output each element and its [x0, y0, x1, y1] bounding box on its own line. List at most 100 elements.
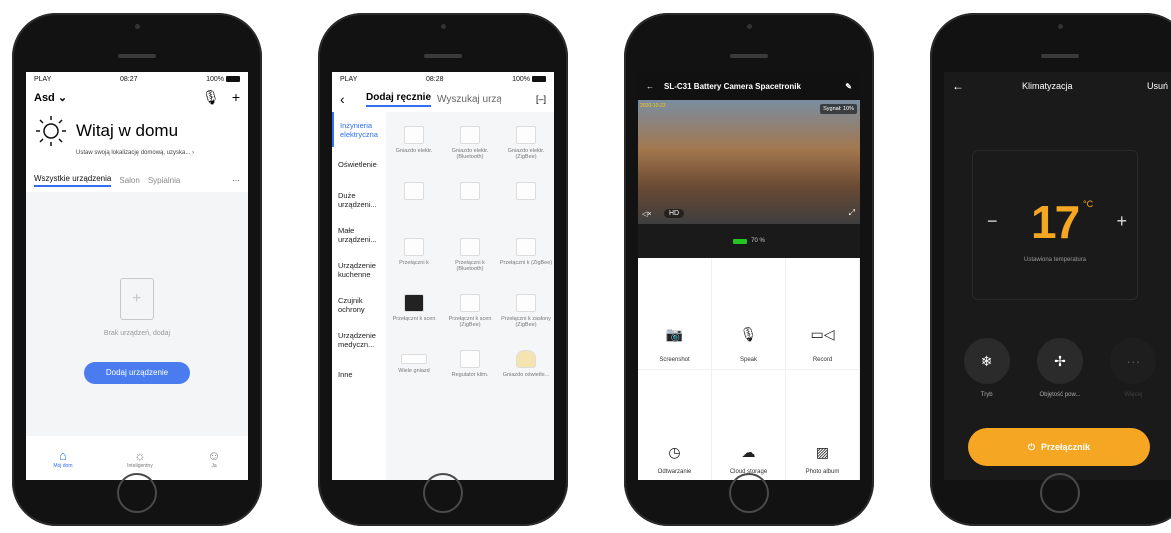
switch-icon: [516, 182, 536, 200]
switch-icon: [404, 238, 424, 256]
category-sidebar: Inżynieria elektryczna Oświetlenie Duże …: [332, 112, 386, 480]
tab-search[interactable]: Wyszukaj urząd: [437, 94, 501, 105]
device-tile[interactable]: Przełączni k (Bluetooth): [442, 228, 498, 284]
clock: 08:28: [425, 75, 444, 83]
fullscreen-icon[interactable]: ⤢: [849, 208, 855, 218]
category-item[interactable]: Inżynieria elektryczna: [332, 112, 386, 147]
switch-icon: [460, 238, 480, 256]
camera-screen: ← SL-C31 Battery Camera Spacetronik ✎ 20…: [638, 72, 860, 480]
switch-icon: [460, 182, 480, 200]
phone-climate: ← Klimatyzacja Usuń − 17 °C + Ustawiona …: [930, 13, 1171, 526]
back-arrow-icon[interactable]: ←: [646, 82, 654, 91]
delete-button[interactable]: Usuń: [1147, 81, 1168, 91]
more-control[interactable]: ··· Więcej: [1103, 338, 1163, 398]
device-tile[interactable]: Przełączni k zasłony (ZigBee): [498, 284, 554, 340]
device-tile[interactable]: [442, 172, 498, 228]
record-button[interactable]: ▭◁ Record: [786, 258, 860, 370]
home-selector[interactable]: Asd ⌄: [34, 91, 67, 104]
room-tabs: Wszystkie urządzenia Salon Sypialnia ···: [26, 156, 248, 187]
increase-temp-button[interactable]: +: [1116, 211, 1127, 232]
device-tile[interactable]: Przełączni k (ZigBee): [498, 228, 554, 284]
user-icon: ☺: [207, 447, 221, 463]
battery-bar: 70 %: [638, 224, 860, 258]
tab-sypialnia[interactable]: Sypialnia: [148, 176, 180, 185]
home-button[interactable]: [117, 473, 157, 513]
carrier: PLAY: [34, 75, 52, 83]
scan-icon[interactable]: [–]: [536, 94, 546, 104]
add-device-button[interactable]: Dodaj urządzenie: [84, 362, 190, 384]
category-item[interactable]: Duże urządzeni...: [332, 182, 386, 217]
nav-my-home[interactable]: ⌂ Mój dom: [53, 448, 72, 469]
speaker: [1041, 54, 1079, 58]
live-video[interactable]: 2020-10-23 Sygnał: 10% ◁× HD ⤢: [638, 100, 860, 224]
device-tile[interactable]: Gniazdo elektr.: [386, 116, 442, 172]
device-title: Klimatyzacja: [1022, 81, 1073, 91]
speaker: [730, 54, 768, 58]
more-icon[interactable]: ···: [232, 176, 240, 185]
temperature-label: Ustawiona temperatura: [1023, 257, 1087, 263]
snowflake-icon: ❄: [963, 338, 1010, 384]
category-item[interactable]: Urządzenie medyczn...: [332, 322, 386, 357]
category-item[interactable]: Urządzenie kuchenne: [332, 252, 386, 287]
mode-control[interactable]: ❄ Tryb: [957, 338, 1017, 398]
carrier: PLAY: [340, 75, 358, 83]
category-item[interactable]: Oświetlenie: [332, 147, 386, 182]
decrease-temp-button[interactable]: −: [987, 211, 998, 232]
device-tile[interactable]: Gniazdo oświetle...: [498, 340, 554, 396]
scene-switch-icon: [460, 294, 480, 312]
edit-icon[interactable]: ✎: [845, 82, 852, 91]
temperature-card: − 17 °C + Ustawiona temperatura: [972, 150, 1138, 300]
back-icon[interactable]: ‹: [340, 91, 360, 107]
home-screen: PLAY 08:27 100% Asd ⌄ 🎙 + Witaj w domu U…: [26, 72, 248, 480]
photo-album-button[interactable]: ▨ Photo album: [786, 370, 860, 480]
cloud-icon: ☁: [741, 444, 756, 460]
category-item[interactable]: Małe urządzeni...: [332, 217, 386, 252]
climate-controls: ❄ Tryb ✢ Objętość pow... ··· Więcej: [944, 338, 1171, 398]
video-timestamp: 2020-10-23: [640, 103, 666, 109]
battery-percent: 70 %: [751, 238, 765, 244]
plus-icon[interactable]: +: [232, 89, 240, 106]
camera-dot: [747, 24, 752, 29]
nav-me[interactable]: ☺ Ja: [207, 448, 220, 469]
camera-dot: [135, 24, 140, 29]
microphone-icon[interactable]: 🎙: [202, 89, 220, 106]
photo-icon: ▨: [815, 444, 830, 460]
nav-smart[interactable]: ☼ Inteligentny: [127, 448, 153, 469]
page-title: Witaj w domu: [76, 121, 179, 140]
screenshot-button[interactable]: 📷 Screenshot: [638, 258, 712, 370]
mute-icon[interactable]: ◁×: [642, 210, 651, 218]
cloud-storage-button[interactable]: ☁ Cloud storage: [712, 370, 786, 480]
quality-toggle[interactable]: HD: [664, 209, 685, 218]
power-strip-icon: [401, 354, 427, 364]
add-header: ‹ Dodaj ręcznie Wyszukaj urząd [–]: [332, 86, 554, 112]
switch-icon: [516, 238, 536, 256]
device-tile[interactable]: [386, 172, 442, 228]
phone-camera: ← SL-C31 Battery Camera Spacetronik ✎ 20…: [624, 13, 874, 526]
home-button[interactable]: [1040, 473, 1080, 513]
phone-home: PLAY 08:27 100% Asd ⌄ 🎙 + Witaj w domu U…: [12, 13, 262, 526]
device-tile[interactable]: Przełączni k scen: [386, 284, 442, 340]
screenshot: PLAY 08:27 100% Asd ⌄ 🎙 + Witaj w domu U…: [0, 0, 1171, 533]
back-arrow-icon[interactable]: ←: [952, 79, 1022, 93]
speak-button[interactable]: 🎙 Speak: [712, 258, 786, 370]
tab-manual[interactable]: Dodaj ręcznie: [366, 92, 432, 107]
device-tile[interactable]: Wiele gniazd: [386, 340, 442, 396]
device-tile[interactable]: Przełączni k scen (ZigBee): [442, 284, 498, 340]
device-tile[interactable]: [498, 172, 554, 228]
fan-speed-control[interactable]: ✢ Objętość pow...: [1030, 338, 1090, 398]
playback-button[interactable]: ◷ Odtwarzanie: [638, 370, 712, 480]
tab-all-devices[interactable]: Wszystkie urządzenia: [34, 174, 112, 187]
status-bar: PLAY 08:28 100%: [332, 72, 554, 86]
device-tile[interactable]: Przełączni k: [386, 228, 442, 284]
tab-salon[interactable]: Salon: [119, 176, 139, 185]
device-tile[interactable]: Gniazdo elektr. (Bluetooth): [442, 116, 498, 172]
power-button[interactable]: ⏻ Przełącznik: [968, 428, 1150, 466]
category-item[interactable]: Czujnik ochrony: [332, 287, 386, 322]
camera-dot: [1058, 24, 1063, 29]
home-button[interactable]: [729, 473, 769, 513]
home-button[interactable]: [423, 473, 463, 513]
device-tile[interactable]: Gniazdo elektr. (ZigBee): [498, 116, 554, 172]
climate-screen: ← Klimatyzacja Usuń − 17 °C + Ustawiona …: [944, 72, 1171, 480]
category-item[interactable]: Inne: [332, 357, 386, 392]
device-tile[interactable]: Regulator klim.: [442, 340, 498, 396]
